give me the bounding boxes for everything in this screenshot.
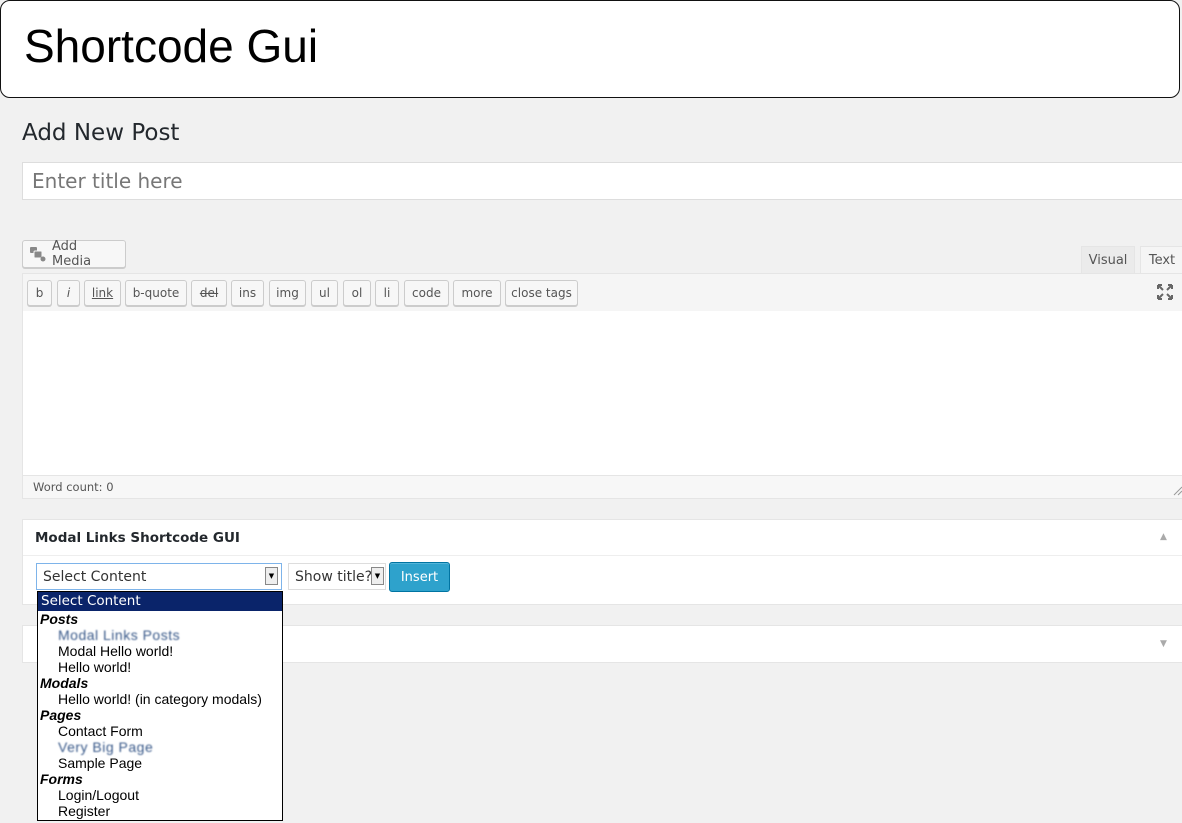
tab-visual[interactable]: Visual	[1081, 246, 1135, 273]
dropdown-group-modals: Modals	[40, 675, 89, 691]
banner: Shortcode Gui	[0, 0, 1180, 98]
collapse-up-icon[interactable]: ▲	[1160, 532, 1167, 542]
qt-italic-button[interactable]: i	[57, 280, 80, 306]
resize-grip-icon[interactable]	[1173, 486, 1182, 496]
dropdown-group-pages: Pages	[40, 707, 82, 723]
qt-more-button[interactable]: more	[453, 280, 501, 306]
page-title: Add New Post	[22, 120, 180, 146]
qt-img-button[interactable]: img	[269, 280, 306, 306]
expand-down-icon[interactable]: ▼	[1160, 639, 1167, 649]
dropdown-option[interactable]: Modal Hello world!	[38, 643, 282, 659]
fullscreen-icon[interactable]	[1156, 283, 1174, 301]
qt-code-button[interactable]: code	[404, 280, 449, 306]
content-dropdown-list: Select Content Posts Modal Links Posts M…	[37, 591, 283, 821]
dropdown-group-posts: Posts	[40, 611, 79, 627]
dropdown-option[interactable]: Very Big Page	[38, 739, 282, 755]
qt-bold-button[interactable]: b	[27, 280, 52, 306]
dropdown-option[interactable]: Hello world! (in category modals)	[38, 691, 282, 707]
postbox-title: Modal Links Shortcode GUI	[23, 520, 1182, 556]
dropdown-option[interactable]: Modal Links Posts	[38, 627, 282, 643]
qt-li-button[interactable]: li	[375, 280, 399, 306]
add-media-label: Add Media	[52, 239, 92, 269]
dropdown-option[interactable]: Sample Page	[38, 755, 282, 771]
qt-ol-button[interactable]: ol	[343, 280, 371, 306]
dropdown-option[interactable]: Register	[38, 803, 282, 819]
tab-text[interactable]: Text	[1140, 246, 1182, 273]
dropdown-option-selected[interactable]: Select Content	[38, 592, 282, 611]
post-editor: b i link b-quote del ins img ul ol li co…	[22, 273, 1182, 499]
quicktags-toolbar: b i link b-quote del ins img ul ol li co…	[23, 274, 1182, 312]
postbox-title-text: Modal Links Shortcode GUI	[35, 529, 240, 546]
post-title-input[interactable]	[22, 162, 1182, 200]
dropdown-option[interactable]: Hello world!	[38, 659, 282, 675]
content-textarea[interactable]	[23, 311, 1182, 476]
qt-del-button[interactable]: del	[191, 280, 227, 306]
qt-link-button[interactable]: link	[84, 280, 121, 306]
word-count: Word count: 0	[33, 480, 114, 494]
show-title-value: Show title?	[295, 568, 373, 585]
content-select-value: Select Content	[43, 568, 147, 585]
banner-title: Shortcode Gui	[24, 20, 319, 72]
chevron-down-icon[interactable]: ▼	[265, 567, 278, 585]
add-media-icon	[30, 247, 46, 262]
dropdown-option[interactable]: Contact Form	[38, 723, 282, 739]
qt-ul-button[interactable]: ul	[311, 280, 338, 306]
qt-ins-button[interactable]: ins	[231, 280, 264, 306]
qt-close-tags-button[interactable]: close tags	[505, 280, 578, 306]
show-title-select[interactable]: Show title? ▼	[288, 563, 386, 590]
chevron-down-icon[interactable]: ▼	[371, 567, 384, 585]
qt-bquote-button[interactable]: b-quote	[125, 280, 187, 306]
content-select[interactable]: Select Content ▼	[36, 563, 282, 590]
dropdown-group-forms: Forms	[40, 771, 83, 787]
editor-status-bar: Word count: 0	[23, 475, 1182, 498]
insert-button[interactable]: Insert	[389, 562, 450, 592]
add-media-button[interactable]: Add Media	[22, 239, 126, 269]
dropdown-option[interactable]: Login/Logout	[38, 787, 282, 803]
